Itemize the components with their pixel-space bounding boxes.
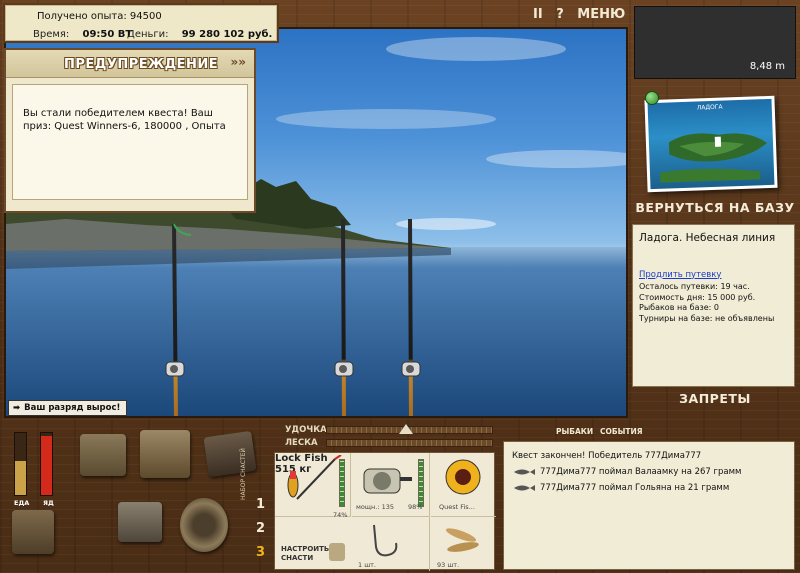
collapse-arrows-icon[interactable]: »» — [230, 55, 246, 69]
keepnet-icon[interactable] — [180, 498, 228, 552]
line-slot[interactable]: Quest Fis... — [431, 453, 496, 517]
line-tension-label: ЛЕСКА — [285, 438, 318, 448]
poison-gauge — [40, 432, 53, 496]
line-tension-bar — [326, 439, 493, 447]
hook-slot[interactable]: 1 шт. — [352, 517, 430, 571]
line-name: Quest Fis... — [439, 503, 475, 511]
hook-icon — [373, 524, 398, 557]
event-text: 777Дима777 поймал Валаамку на 267 грамм — [540, 467, 742, 477]
tackle-panel: 74% Lock Fish 515 кг мощн.: 135 98% Ques… — [274, 452, 496, 571]
rank-up-text: Ваш разряд вырос! — [24, 403, 121, 413]
time-value: 09:50 ВТ — [82, 29, 133, 40]
configure-tackle-button[interactable]: НАСТРОИТЬ СНАСТИ — [275, 541, 351, 571]
poison-label: ЯД — [43, 499, 54, 507]
player-stats-panel: Получено опыта: 94500 Время: 09:50 ВТ Де… — [3, 3, 279, 43]
hook-count: 1 шт. — [358, 561, 377, 569]
tension-marker-icon — [399, 424, 413, 434]
location-info-panel: Ладога. Небесная линия Продлить путевку … — [632, 224, 795, 387]
rod-tension-label: УДОЧКА — [285, 425, 327, 435]
food-gauge — [14, 432, 27, 496]
food-gauge-fill — [15, 460, 26, 495]
rod-wear-bar — [339, 459, 345, 507]
money-label: Деньги: — [127, 29, 169, 40]
reel-icon — [363, 468, 412, 494]
island-picture — [659, 133, 768, 183]
location-name: Ладога. Небесная линия — [639, 232, 776, 244]
bait-slot[interactable]: 93 шт. — [431, 517, 496, 571]
event-line: 777Дима777 поймал Гольяна на 21 грамм — [512, 480, 786, 496]
experience-text: Получено опыта: 94500 — [37, 11, 162, 22]
rank-up-banner[interactable]: ➡ Ваш разряд вырос! — [8, 400, 128, 416]
tackle-set-1-button[interactable]: 1 — [256, 497, 265, 512]
tackle-configure-icon — [329, 543, 345, 561]
permit-remaining: Осталось путевки: 19 час. — [639, 282, 750, 291]
line-spool-icon — [445, 459, 481, 495]
time-label: Время: — [33, 29, 70, 40]
menu-button[interactable]: МЕНЮ — [577, 7, 625, 22]
events-log: Квест закончен! Победитель 777Дима777 77… — [503, 441, 795, 570]
camera-icon[interactable] — [12, 510, 54, 554]
tackle-box-icon[interactable] — [80, 434, 126, 476]
status-gauges: ЕДА ЯД — [12, 432, 62, 507]
depth-meter: 8,48 m — [634, 6, 796, 79]
bait-fish-icon — [445, 528, 479, 552]
anglers-count: Рыбаков на базе: 0 — [639, 303, 719, 312]
echo-sounder-icon[interactable] — [118, 502, 162, 542]
event-text: 777Дима777 поймал Гольяна на 21 грамм — [540, 483, 730, 493]
tab-events[interactable]: СОБЫТИЯ — [600, 427, 643, 436]
reel-slot[interactable]: мощн.: 135 98% — [352, 453, 430, 517]
event-line: 777Дима777 поймал Валаамку на 267 грамм — [512, 464, 786, 480]
location-map-card[interactable]: ЛАДОГА — [644, 95, 778, 193]
rod-percent: 74% — [333, 511, 348, 519]
bans-button[interactable]: ЗАПРЕТЫ — [633, 391, 797, 406]
pause-button[interactable]: II — [533, 7, 543, 22]
money-value: 99 280 102 руб. — [181, 29, 273, 40]
warning-title: ПРЕДУПРЕЖДЕНИЕ — [64, 57, 219, 72]
fish-icon — [514, 469, 535, 475]
tackle-set-3-button[interactable]: 3 — [256, 545, 265, 560]
reel-percent: 98% — [408, 503, 423, 511]
bait-count: 93 шт. — [437, 561, 460, 569]
arrow-right-icon: ➡ — [13, 403, 21, 413]
fish-icon — [514, 485, 535, 491]
event-line: Квест закончен! Победитель 777Дима777 — [512, 448, 786, 464]
poison-gauge-fill — [41, 436, 52, 495]
reel-wear-bar — [418, 459, 424, 507]
top-controls: II ? МЕНЮ — [533, 7, 634, 22]
warning-header: ПРЕДУПРЕЖДЕНИЕ »» — [6, 50, 254, 78]
back-to-base-button[interactable]: ВЕРНУТЬСЯ НА БАЗУ — [633, 200, 797, 215]
pin-icon — [645, 91, 659, 105]
rod-slot[interactable]: 74% — [275, 453, 351, 519]
reel-power: мощн.: 135 — [356, 503, 394, 511]
configure-tackle-label: НАСТРОИТЬ СНАСТИ — [281, 545, 330, 562]
tournaments-status: Турниры на базе: не объявлены — [639, 313, 775, 323]
tab-anglers[interactable]: РЫБАКИ — [556, 427, 593, 436]
location-photo: ЛАДОГА — [647, 98, 775, 190]
depth-value: 8,48 m — [749, 61, 785, 72]
tackle-set-label: НАБОР СНАСТЕЙ — [240, 448, 247, 500]
book-icon[interactable] — [203, 430, 257, 478]
tackle-set-2-button[interactable]: 2 — [256, 521, 265, 536]
food-label: ЕДА — [14, 499, 30, 507]
day-cost: Стоимость дня: 15 000 руб. — [639, 292, 756, 302]
warning-message: Вы стали победителем квеста! Ваш приз: Q… — [12, 84, 248, 200]
extend-permit-link[interactable]: Продлить путевку — [639, 270, 788, 281]
event-text: Квест закончен! Победитель 777Дима777 — [512, 451, 702, 461]
help-button[interactable]: ? — [556, 7, 564, 22]
backpack-icon[interactable] — [140, 430, 190, 478]
warning-dialog: ПРЕДУПРЕЖДЕНИЕ »» Вы стали победителем к… — [4, 48, 256, 213]
